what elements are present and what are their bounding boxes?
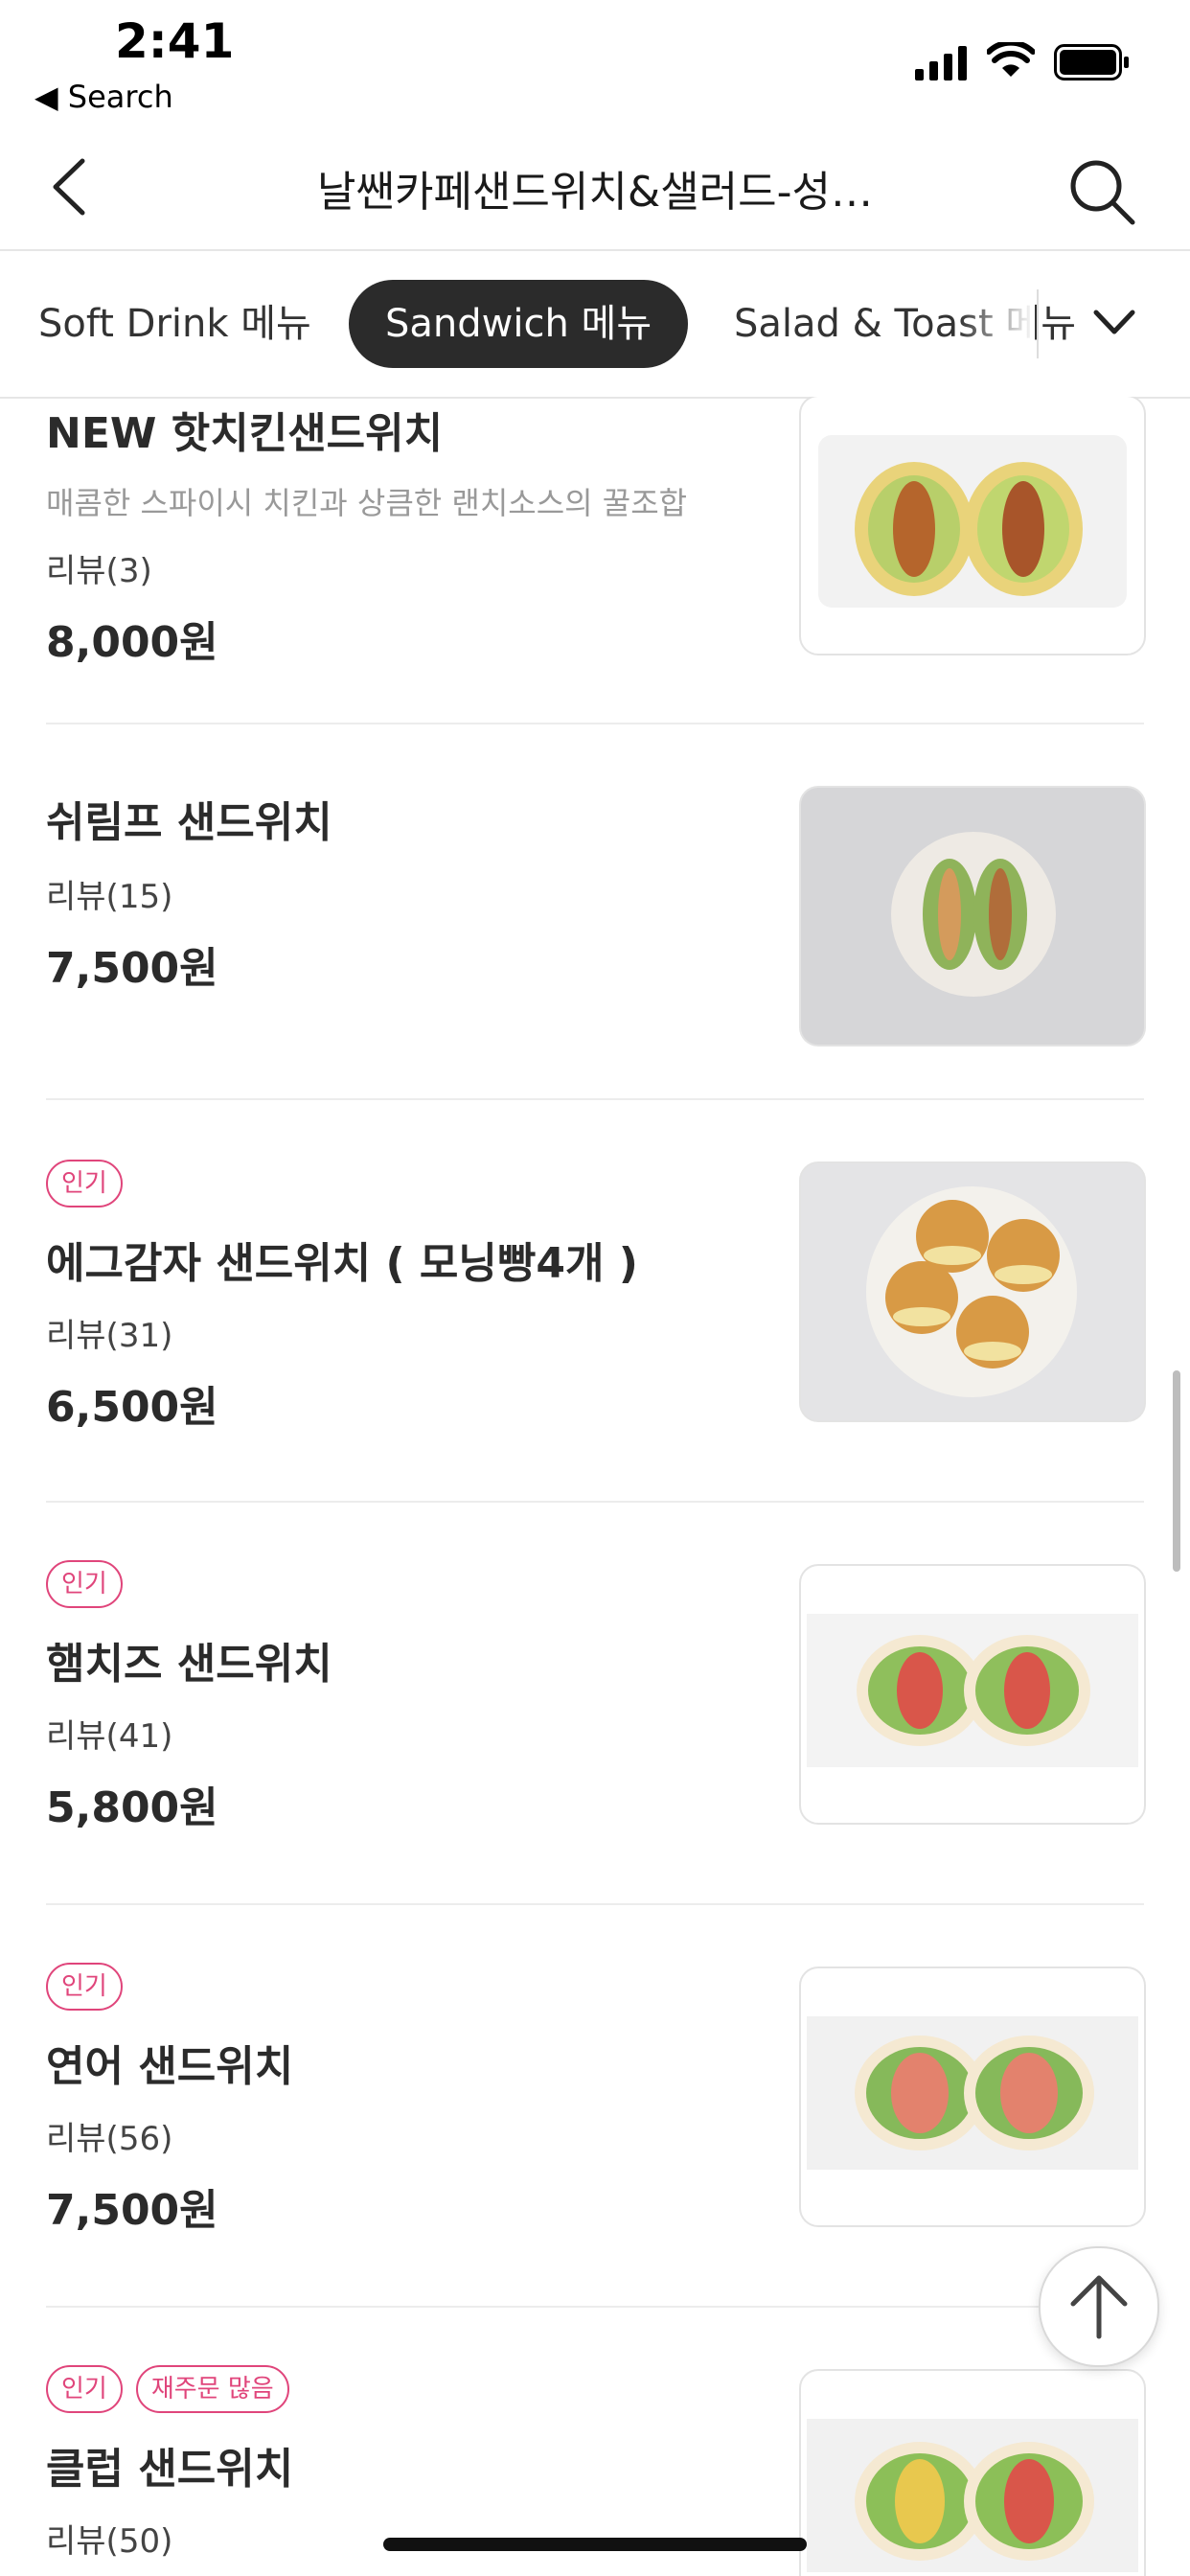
search-icon[interactable]	[1064, 153, 1140, 230]
category-tabs: Soft Drink 메뉴 Sandwich 메뉴 Salad & Toast …	[0, 251, 1190, 399]
item-name: NEW 핫치킨샌드위치	[46, 409, 444, 458]
item-name: 햄치즈 샌드위치	[46, 1640, 332, 1689]
divider	[46, 2306, 1144, 2308]
item-description: 매콤한 스파이시 치킨과 상큼한 랜치소스의 꿀조합	[46, 485, 688, 521]
item-image	[799, 1162, 1146, 1422]
arrow-up-icon	[1070, 2275, 1128, 2339]
item-image	[799, 1966, 1146, 2227]
badge-popular: 인기	[46, 2365, 123, 2413]
page-title: 날쌘카페샌드위치&샐러드-성…	[317, 168, 873, 217]
item-name: 쉬림프 샌드위치	[46, 798, 332, 847]
tab-divider	[1037, 289, 1039, 358]
item-image	[799, 2369, 1146, 2576]
item-reviews: 리뷰(50)	[46, 2522, 173, 2561]
battery-icon	[1054, 44, 1129, 80]
badge-group: 인기	[46, 1160, 123, 1208]
chevron-down-icon[interactable]	[1081, 289, 1148, 356]
badge-reorder: 재주문 많음	[135, 2365, 289, 2413]
tab-soft-drink[interactable]: Soft Drink 메뉴	[38, 280, 311, 368]
status-time: 2:41	[115, 13, 235, 69]
divider	[46, 1903, 1144, 1905]
divider	[46, 1098, 1144, 1100]
home-indicator	[383, 2538, 807, 2551]
item-reviews: 리뷰(41)	[46, 1717, 173, 1756]
item-image	[799, 786, 1146, 1046]
badge-group: 인기	[46, 1560, 123, 1608]
tab-sandwich[interactable]: Sandwich 메뉴	[349, 280, 689, 368]
back-to-search-link[interactable]: ◀ Search	[34, 79, 173, 115]
item-image	[799, 397, 1146, 656]
item-price: 8,000원	[46, 618, 218, 667]
item-reviews: 리뷰(56)	[46, 2120, 173, 2158]
signal-icon	[915, 46, 967, 80]
badge-group: 인기	[46, 1963, 123, 2011]
scrollbar[interactable]	[1173, 1370, 1180, 1572]
item-reviews: 리뷰(15)	[46, 878, 173, 916]
item-price: 7,500원	[46, 944, 218, 993]
status-bar: 2:41 ◀ Search	[0, 0, 1190, 125]
item-price: 6,500원	[46, 1383, 218, 1432]
badge-popular: 인기	[46, 1560, 123, 1608]
divider	[46, 723, 1144, 724]
nav-bar: 날쌘카페샌드위치&샐러드-성…	[0, 125, 1190, 251]
item-reviews: 리뷰(3)	[46, 552, 152, 590]
item-price: 5,800원	[46, 1783, 218, 1832]
scroll-to-top-button[interactable]	[1039, 2246, 1159, 2367]
divider	[46, 1501, 1144, 1503]
item-name: 클럽 샌드위치	[46, 2445, 294, 2494]
tab-fade	[958, 251, 1035, 397]
item-price: 7,500원	[46, 2186, 218, 2235]
badge-popular: 인기	[46, 1963, 123, 2011]
menu-list: NEW 핫치킨샌드위치 매콤한 스파이시 치킨과 상큼한 랜치소스의 꿀조합 리…	[0, 397, 1190, 2576]
badge-popular: 인기	[46, 1160, 123, 1208]
badge-group: 인기 재주문 많음	[46, 2365, 289, 2413]
wifi-icon	[987, 42, 1035, 77]
item-reviews: 리뷰(31)	[46, 1317, 173, 1355]
item-image	[799, 1564, 1146, 1825]
item-name: 에그감자 샌드위치 ( 모닝빵4개 )	[46, 1239, 638, 1288]
back-chevron-icon[interactable]	[38, 153, 105, 220]
item-name: 연어 샌드위치	[46, 2042, 294, 2091]
